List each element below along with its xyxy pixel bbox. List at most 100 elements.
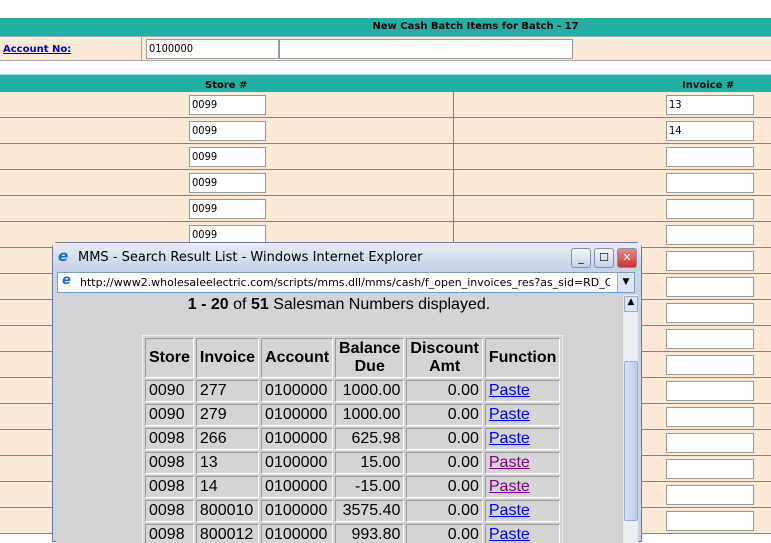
result-row: 0098 13 0100000 15.00 0.00 Paste xyxy=(145,452,561,474)
column-header: Function xyxy=(484,338,561,378)
account-row: Account No: 0100000 xyxy=(0,36,771,61)
batch-row: 0099 13 xyxy=(0,92,771,118)
function-cell: Paste xyxy=(484,524,561,543)
page-icon: e xyxy=(62,273,71,288)
search-result-window: e MMS - Search Result List - Windows Int… xyxy=(52,242,642,543)
result-row: 0090 277 0100000 1000.00 0.00 Paste xyxy=(145,380,561,402)
function-cell: Paste xyxy=(484,476,561,498)
divider xyxy=(141,37,142,61)
batch-row: 0099 14 xyxy=(0,118,771,144)
balance-cell: 1000.00 xyxy=(335,380,405,402)
discount-cell: 0.00 xyxy=(406,380,483,402)
invoice-cell: 13 xyxy=(195,452,260,474)
invoice-cell: 266 xyxy=(195,428,260,450)
discount-cell: 0.00 xyxy=(406,500,483,522)
invoice-input[interactable]: 13 xyxy=(666,95,754,115)
invoice-input[interactable] xyxy=(666,355,754,375)
invoice-input[interactable]: 14 xyxy=(666,121,754,141)
ie-logo-icon: e xyxy=(58,247,69,265)
account-name-input[interactable] xyxy=(279,39,573,59)
range: 1 - 20 xyxy=(187,296,229,313)
scroll-thumb[interactable] xyxy=(624,361,638,521)
column-header: Balance Due xyxy=(335,338,405,378)
invoice-input[interactable] xyxy=(666,381,754,401)
store-cell: 0090 xyxy=(145,380,194,402)
close-button[interactable]: ✕ xyxy=(617,248,637,268)
store-input[interactable]: 0099 xyxy=(189,95,266,115)
invoice-cell: 14 xyxy=(195,476,260,498)
invoice-input[interactable] xyxy=(666,329,754,349)
invoice-input[interactable] xyxy=(666,485,754,505)
account-cell: 0100000 xyxy=(261,380,334,402)
batch-row: 0099 xyxy=(0,144,771,170)
invoice-input[interactable] xyxy=(666,199,754,219)
results-table: Store Invoice Account Balance Due Discount A… xyxy=(142,335,564,543)
invoice-input[interactable] xyxy=(666,303,754,323)
store-input[interactable]: 0099 xyxy=(189,199,266,219)
result-row: 0098 800010 0100000 3575.40 0.00 Paste xyxy=(145,500,561,522)
summary-text: Salesman Numbers displayed. xyxy=(273,296,491,313)
column-header: Discount Amt xyxy=(406,338,483,378)
paste-link[interactable]: Paste xyxy=(489,526,530,543)
batch-row: 0099 xyxy=(0,196,771,222)
discount-cell: 0.00 xyxy=(406,476,483,498)
invoice-input[interactable] xyxy=(666,277,754,297)
invoice-input[interactable] xyxy=(666,511,754,531)
account-cell: 0100000 xyxy=(261,524,334,543)
paste-link[interactable]: Paste xyxy=(489,502,530,519)
vertical-scrollbar[interactable]: ▲ xyxy=(622,295,638,543)
window-title: MMS - Search Result List - Windows Inter… xyxy=(78,250,423,265)
divider xyxy=(453,144,454,170)
paste-link[interactable]: Paste xyxy=(489,406,530,423)
store-cell: 0098 xyxy=(145,524,194,543)
function-cell: Paste xyxy=(484,428,561,450)
address-bar[interactable]: e http://www2.wholesaleelectric.com/scri… xyxy=(57,272,635,293)
page-content: 1 - 20 of 51 Salesman Numbers displayed.… xyxy=(56,295,638,543)
invoice-cell: 800012 xyxy=(195,524,260,543)
paste-link[interactable]: Paste xyxy=(489,382,530,399)
url-text: http://www2.wholesaleelectric.com/script… xyxy=(80,276,610,289)
invoice-input[interactable] xyxy=(666,407,754,427)
invoice-input[interactable] xyxy=(666,433,754,453)
result-row: 0090 279 0100000 1000.00 0.00 Paste xyxy=(145,404,561,426)
paste-link[interactable]: Paste xyxy=(489,454,530,471)
maximize-button[interactable]: ☐ xyxy=(594,248,614,268)
function-cell: Paste xyxy=(484,500,561,522)
invoice-cell: 800010 xyxy=(195,500,260,522)
invoice-input[interactable] xyxy=(666,147,754,167)
invoice-input[interactable] xyxy=(666,459,754,479)
account-no-link[interactable]: Account No: xyxy=(3,44,71,55)
result-row: 0098 14 0100000 -15.00 0.00 Paste xyxy=(145,476,561,498)
chevron-down-icon[interactable]: ▼ xyxy=(617,273,634,292)
result-row: 0098 800012 0100000 993.80 0.00 Paste xyxy=(145,524,561,543)
store-cell: 0098 xyxy=(145,476,194,498)
paste-link[interactable]: Paste xyxy=(489,430,530,447)
scroll-up-button[interactable]: ▲ xyxy=(624,296,638,312)
store-input[interactable]: 0099 xyxy=(189,173,266,193)
balance-cell: 993.80 xyxy=(335,524,405,543)
divider xyxy=(453,196,454,222)
invoice-input[interactable] xyxy=(666,173,754,193)
batch-title: New Cash Batch Items for Batch - 17 xyxy=(0,18,771,36)
column-header: Account xyxy=(261,338,334,378)
minimize-button[interactable]: _ xyxy=(571,248,591,268)
invoice-input[interactable] xyxy=(666,225,754,245)
paste-link[interactable]: Paste xyxy=(489,478,530,495)
store-cell: 0090 xyxy=(145,404,194,426)
result-summary: 1 - 20 of 51 Salesman Numbers displayed. xyxy=(56,296,622,314)
discount-cell: 0.00 xyxy=(406,428,483,450)
account-no-input[interactable]: 0100000 xyxy=(146,39,279,59)
account-cell: 0100000 xyxy=(261,476,334,498)
function-cell: Paste xyxy=(484,380,561,402)
store-cell: 0098 xyxy=(145,452,194,474)
balance-cell: -15.00 xyxy=(335,476,405,498)
function-cell: Paste xyxy=(484,452,561,474)
balance-cell: 1000.00 xyxy=(335,404,405,426)
title-bar[interactable]: e MMS - Search Result List - Windows Int… xyxy=(53,243,641,271)
column-header: Invoice xyxy=(195,338,260,378)
store-cell: 0098 xyxy=(145,428,194,450)
store-input[interactable]: 0099 xyxy=(189,121,266,141)
invoice-input[interactable] xyxy=(666,251,754,271)
balance-cell: 3575.40 xyxy=(335,500,405,522)
store-input[interactable]: 0099 xyxy=(189,147,266,167)
